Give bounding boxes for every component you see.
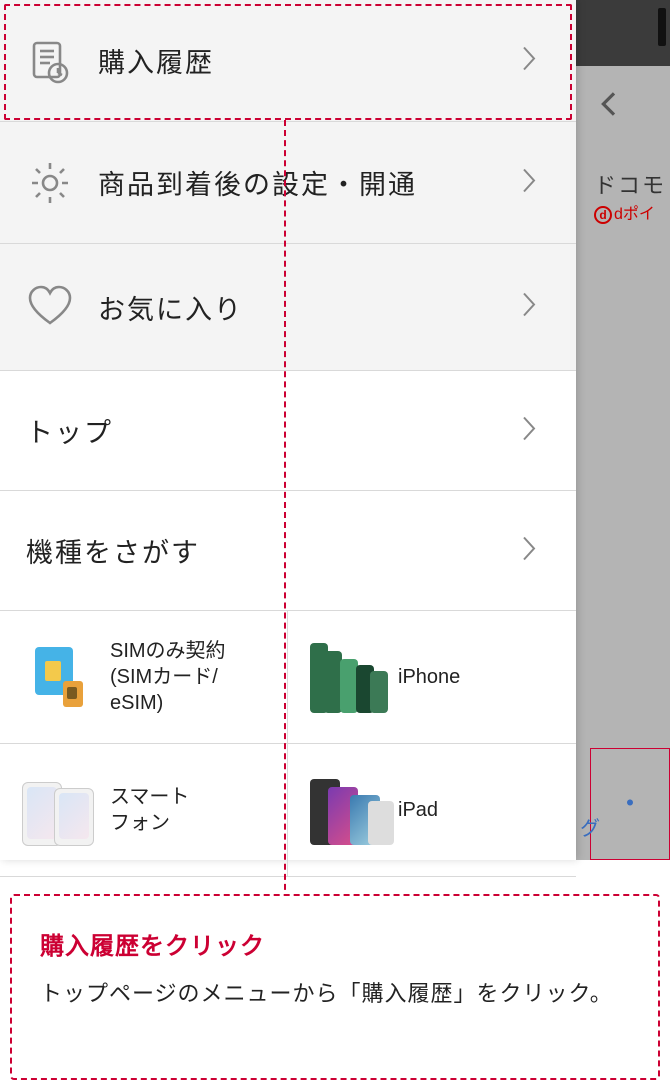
grid-item-ipad[interactable]: iPad [288, 744, 576, 877]
side-menu-panel: 購入履歴 商品到着後の設定・開通 お気に入り トップ [0, 0, 576, 860]
gear-icon [26, 159, 74, 207]
menu-label: 機種をさがす [26, 531, 200, 570]
chevron-right-icon [520, 413, 540, 448]
menu-label: トップ [26, 411, 113, 450]
instruction-callout: 購入履歴をクリック トップページのメニューから「購入履歴」をクリック。 [10, 894, 660, 1080]
chevron-left-icon [594, 88, 626, 120]
brand-text-fragment: ドコモ [594, 168, 666, 200]
menu-label: お気に入り [98, 288, 243, 327]
callout-body: トップページのメニューから「購入履歴」をクリック。 [40, 975, 630, 1012]
iphone-thumb [310, 640, 384, 714]
menu-item-find-model[interactable]: 機種をさがす [0, 491, 576, 611]
grid-label: SIMのみ契約 (SIMカード/ eSIM) [110, 638, 226, 716]
chevron-right-icon [520, 290, 540, 325]
callout-title: 購入履歴をクリック [40, 926, 630, 961]
menu-label: 商品到着後の設定・開通 [98, 163, 417, 202]
chevron-right-icon [520, 533, 540, 568]
heart-icon [26, 283, 74, 331]
background-blue-text: グ [580, 812, 600, 841]
menu-label: 購入履歴 [98, 41, 214, 80]
chevron-right-icon [520, 165, 540, 200]
menu-item-purchase-history[interactable]: 購入履歴 [0, 0, 576, 122]
grid-item-iphone[interactable]: iPhone [288, 611, 576, 744]
tutorial-frame: ドコモ ddポイ ・ グ 購入履歴 [0, 0, 670, 1091]
menu-item-post-delivery-setup[interactable]: 商品到着後の設定・開通 [0, 122, 576, 244]
document-clock-icon [26, 37, 74, 85]
grid-item-smartphone[interactable]: スマート フォン [0, 744, 288, 877]
smartphone-thumb [22, 773, 96, 847]
grid-label: スマート フォン [110, 784, 189, 836]
background-dim-overlay: ドコモ ddポイ ・ グ [576, 0, 670, 860]
menu-item-favorites[interactable]: お気に入り [0, 244, 576, 371]
product-grid: SIMのみ契約 (SIMカード/ eSIM) iPhone スマート フォン i… [0, 611, 576, 877]
menu-item-top[interactable]: トップ [0, 371, 576, 491]
sim-card-icon [22, 640, 96, 714]
grid-item-sim-only[interactable]: SIMのみ契約 (SIMカード/ eSIM) [0, 611, 288, 744]
background-bullet: ・ [616, 782, 644, 822]
device-notch [658, 8, 666, 46]
grid-label: iPad [398, 797, 438, 823]
chevron-right-icon [520, 43, 540, 78]
ipad-thumb [310, 773, 384, 847]
back-button[interactable] [594, 88, 626, 120]
dpoint-text-fragment: ddポイ [594, 200, 655, 224]
grid-label: iPhone [398, 664, 460, 690]
